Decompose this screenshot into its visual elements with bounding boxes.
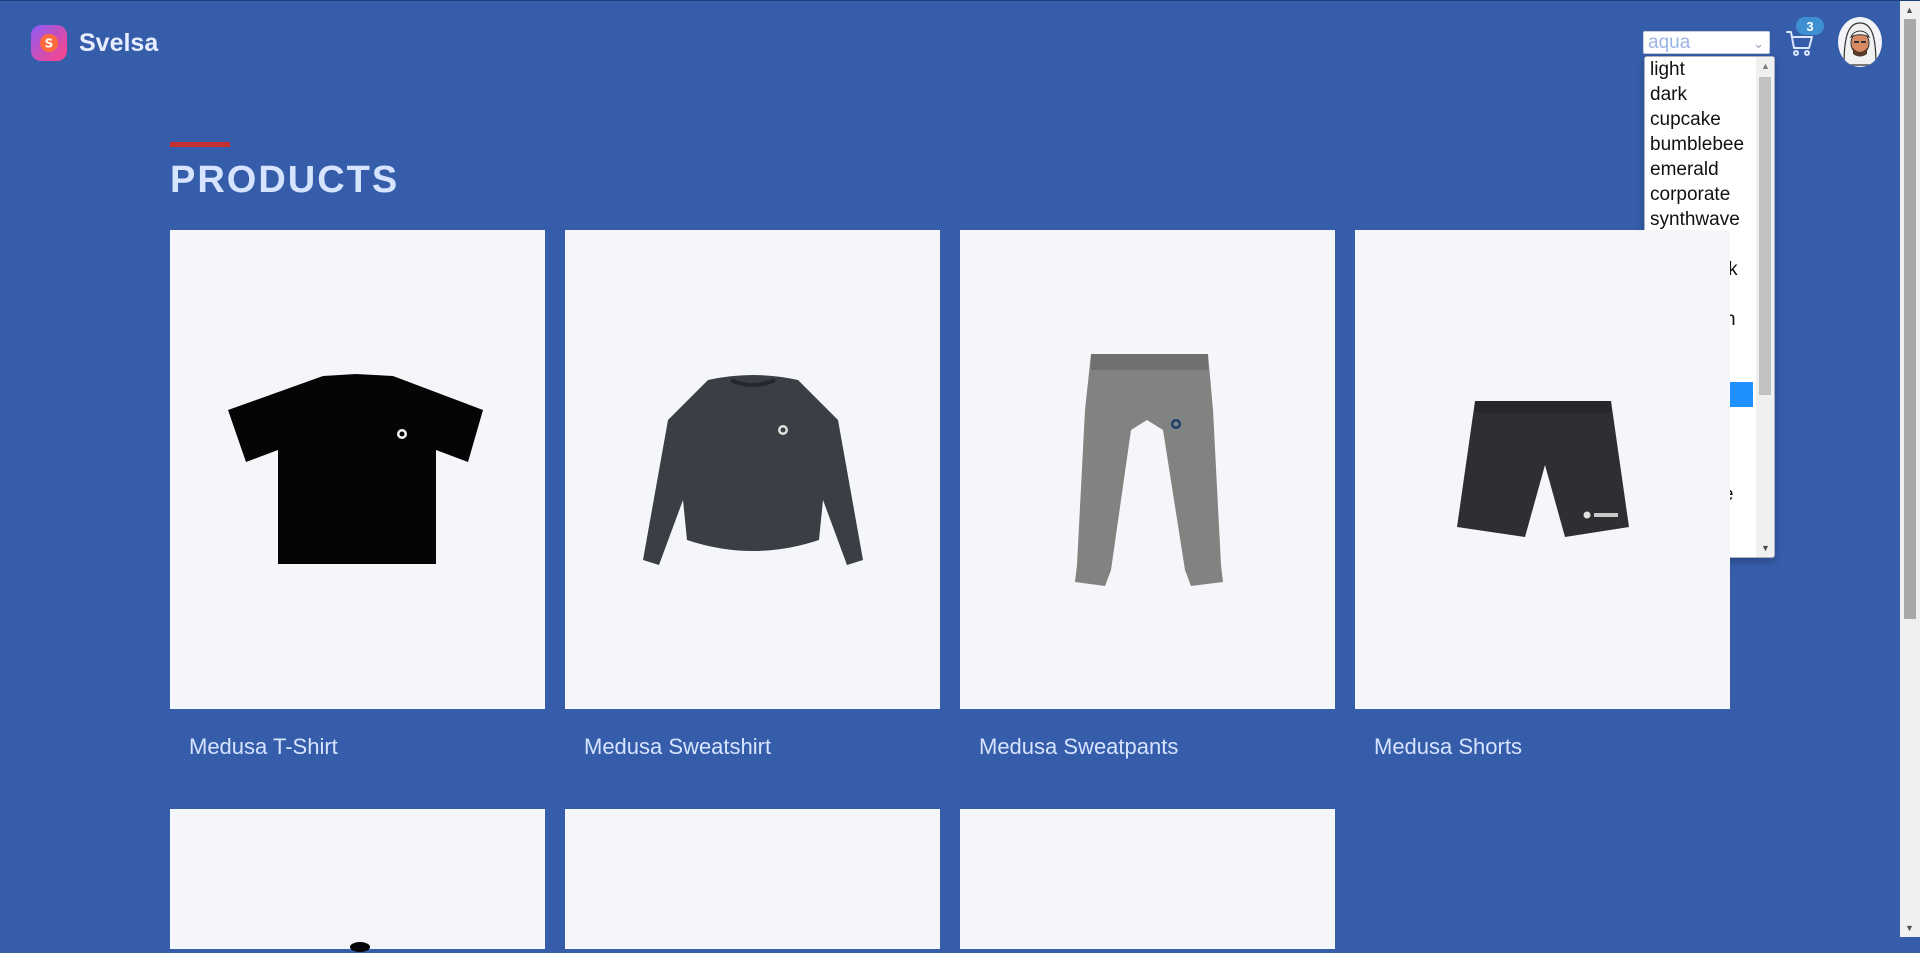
page-scrollbar-thumb[interactable]	[1904, 19, 1916, 619]
cart-count-badge: 3	[1796, 17, 1824, 35]
dropdown-scrollbar-thumb[interactable]	[1759, 77, 1771, 395]
theme-select-value: aqua	[1648, 32, 1691, 53]
theme-select[interactable]: aqua ⌄	[1643, 31, 1770, 54]
tshirt-image	[227, 373, 483, 564]
page-title: PRODUCTS	[170, 159, 400, 201]
logo-letter: S	[45, 37, 54, 51]
sweatshirt-image	[642, 374, 863, 565]
product-name[interactable]: Medusa Sweatpants	[979, 734, 1178, 760]
navbar: S Svelsa aqua ⌄ 3	[0, 1, 1900, 87]
scroll-down-icon[interactable]: ▼	[1905, 923, 1914, 933]
theme-option-cupcake[interactable]: cupcake	[1645, 107, 1753, 132]
product-name[interactable]: Medusa Sweatshirt	[584, 734, 771, 760]
theme-option-emerald[interactable]: emerald	[1645, 157, 1753, 182]
product-card[interactable]	[565, 230, 940, 709]
product-name[interactable]: Medusa Shorts	[1374, 734, 1522, 760]
product-card[interactable]	[170, 809, 545, 952]
theme-option-light[interactable]: light	[1645, 57, 1753, 82]
theme-option-bumblebee[interactable]: bumblebee	[1645, 132, 1753, 157]
brand-link[interactable]: S Svelsa	[31, 25, 158, 61]
product-card[interactable]	[960, 809, 1335, 949]
page-scrollbar[interactable]: ▲ ▼	[1900, 1, 1920, 937]
scroll-down-icon[interactable]: ▼	[1761, 543, 1770, 553]
shorts-image	[1456, 400, 1629, 537]
product-card[interactable]	[1355, 230, 1730, 709]
product-image-partial	[350, 942, 370, 952]
chevron-down-icon: ⌄	[1753, 36, 1764, 51]
theme-option-corporate[interactable]: corporate	[1645, 182, 1753, 207]
scroll-up-icon[interactable]: ▲	[1761, 61, 1770, 71]
title-accent-bar	[170, 142, 230, 147]
dropdown-scrollbar[interactable]: ▲ ▼	[1756, 57, 1774, 557]
theme-option-dark[interactable]: dark	[1645, 82, 1753, 107]
product-card[interactable]	[960, 230, 1335, 709]
product-card[interactable]	[170, 230, 545, 709]
product-card[interactable]	[565, 809, 940, 949]
scroll-up-icon[interactable]: ▲	[1905, 5, 1914, 15]
svelte-logo-icon: S	[31, 25, 67, 61]
brand-name: Svelsa	[79, 28, 159, 57]
product-name[interactable]: Medusa T-Shirt	[189, 734, 338, 760]
theme-option-synthwave[interactable]: synthwave	[1645, 207, 1753, 232]
user-avatar[interactable]	[1838, 17, 1882, 67]
sweatpants-image	[1074, 353, 1223, 586]
